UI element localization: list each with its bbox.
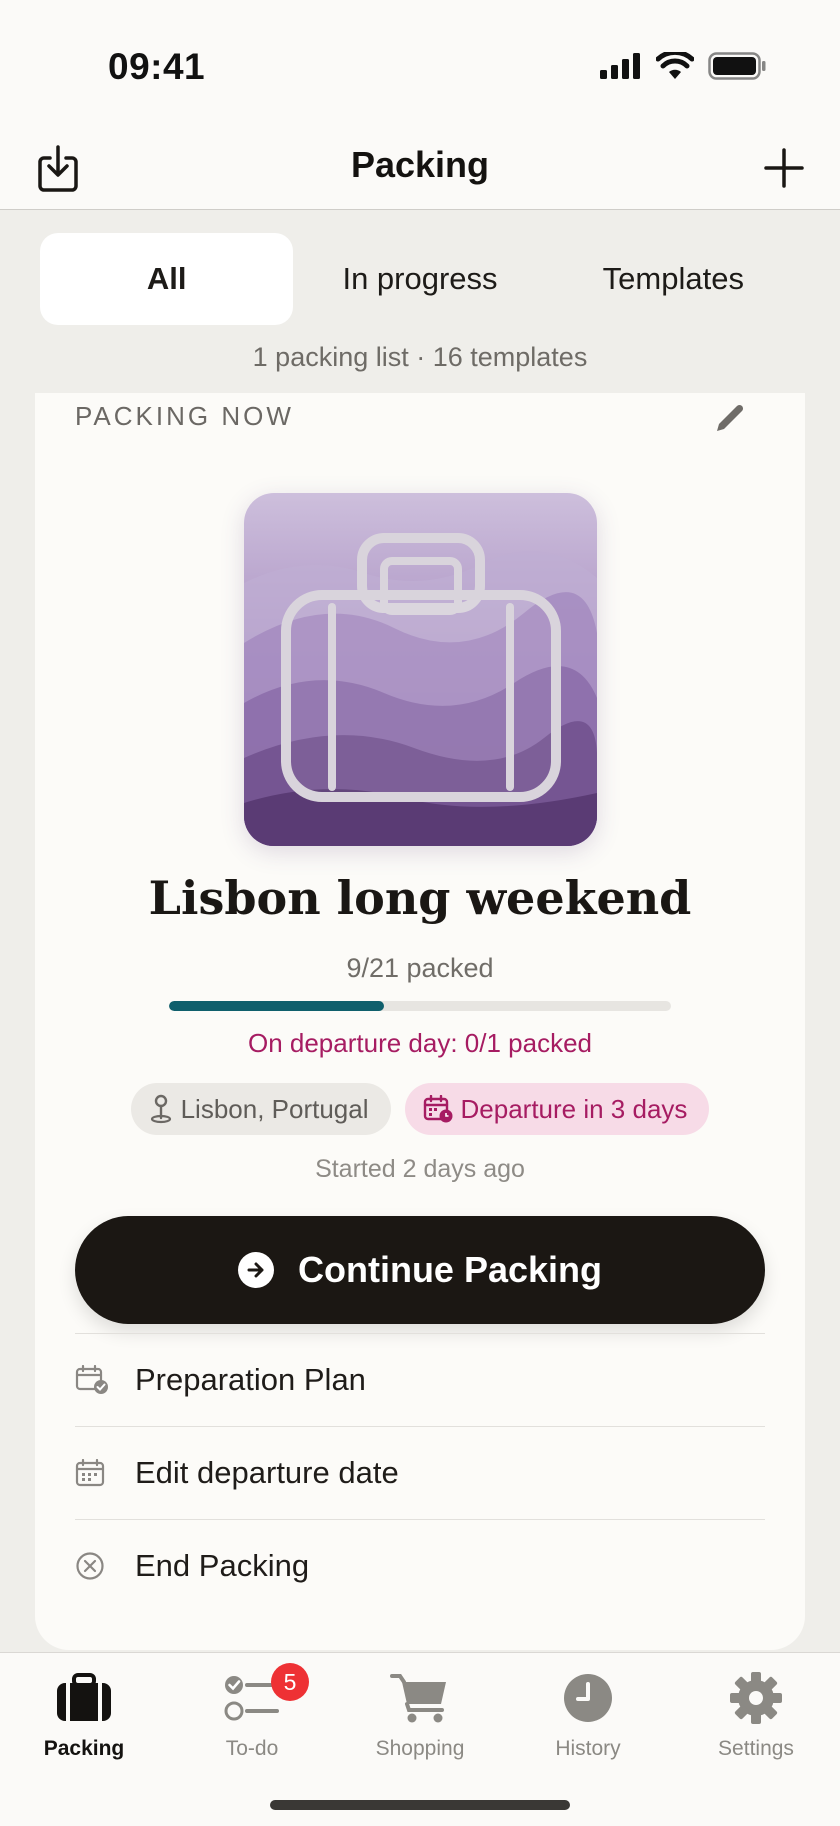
battery-icon — [708, 52, 766, 80]
tab-packing-label: Packing — [43, 1737, 125, 1760]
cart-icon — [390, 1667, 450, 1729]
tab-shopping-label: Shopping — [375, 1737, 465, 1760]
todo-badge: 5 — [271, 1663, 309, 1701]
status-bar: 09:41 — [0, 0, 840, 120]
status-time: 09:41 — [108, 46, 206, 87]
tab-history[interactable]: History — [504, 1667, 672, 1777]
departure-label: Departure in 3 days — [460, 1093, 688, 1124]
x-circle-icon — [75, 1551, 135, 1581]
calendar-icon — [75, 1459, 135, 1487]
progress-fill — [169, 1001, 385, 1011]
clock-icon — [562, 1667, 614, 1729]
segment-all[interactable]: All — [40, 233, 294, 325]
packing-now-card: PACKING NOW Lisbon long weekend 9/21 pac… — [35, 393, 805, 1650]
list-title: Lisbon long weekend — [148, 871, 692, 925]
list-cover-image — [244, 493, 597, 846]
location-label: Lisbon, Portugal — [180, 1093, 369, 1124]
preparation-plan-label: Preparation Plan — [135, 1362, 366, 1397]
signal-icon — [600, 53, 640, 79]
card-actions: Preparation Plan Edit departure date End… — [75, 1333, 765, 1612]
nav-bar: Packing — [0, 120, 840, 210]
suitcase-icon — [54, 1667, 114, 1729]
end-packing-row[interactable]: End Packing — [75, 1519, 765, 1612]
edit-list-button[interactable] — [705, 393, 755, 443]
top-area: 09:41 Packing — [0, 0, 840, 210]
arrow-right-circle-icon — [237, 1252, 274, 1288]
suitcase-artwork — [244, 493, 597, 846]
plus-icon — [764, 148, 804, 188]
departure-chip[interactable]: Departure in 3 days — [404, 1083, 710, 1135]
tab-history-label: History — [555, 1737, 621, 1760]
tab-todo[interactable]: 5 To-do — [168, 1663, 336, 1777]
end-packing-label: End Packing — [135, 1548, 310, 1583]
home-indicator[interactable] — [270, 1800, 570, 1810]
status-icons — [600, 52, 766, 80]
tab-todo-label: To-do — [225, 1737, 279, 1760]
checklist-icon: 5 — [223, 1663, 309, 1729]
add-button[interactable] — [756, 140, 812, 196]
started-text: Started 2 days ago — [315, 1155, 525, 1183]
tab-settings-label: Settings — [718, 1737, 794, 1760]
continue-packing-button[interactable]: Continue Packing — [75, 1216, 765, 1324]
wifi-icon — [656, 52, 694, 79]
page-title: Packing — [350, 144, 490, 185]
edit-departure-date-row[interactable]: Edit departure date — [75, 1426, 765, 1519]
calendar-clock-icon — [423, 1095, 452, 1123]
gear-icon — [729, 1667, 783, 1729]
continue-packing-label: Continue Packing — [297, 1249, 603, 1290]
segment-templates[interactable]: Templates — [547, 233, 800, 325]
tab-shopping[interactable]: Shopping — [336, 1667, 504, 1777]
section-label: PACKING NOW — [75, 401, 294, 431]
location-chip[interactable]: Lisbon, Portugal — [130, 1083, 391, 1135]
tab-packing[interactable]: Packing — [0, 1667, 168, 1777]
packed-count: 9/21 packed — [346, 953, 494, 983]
tab-settings[interactable]: Settings — [672, 1667, 840, 1777]
departure-day-status: On departure day: 0/1 packed — [247, 1028, 592, 1058]
packing-progress-bar — [169, 1001, 671, 1011]
segment-in-progress[interactable]: In progress — [293, 233, 546, 325]
list-counts: 1 packing list · 16 templates — [252, 342, 588, 372]
preparation-plan-row[interactable]: Preparation Plan — [75, 1333, 765, 1426]
list-chips: Lisbon, Portugal Departure in 3 days — [35, 1083, 805, 1135]
segmented-control: All In progress Templates — [40, 233, 800, 325]
map-pin-icon — [150, 1094, 171, 1124]
edit-departure-date-label: Edit departure date — [135, 1455, 399, 1490]
pencil-icon — [717, 404, 744, 431]
calendar-check-icon — [75, 1365, 135, 1395]
